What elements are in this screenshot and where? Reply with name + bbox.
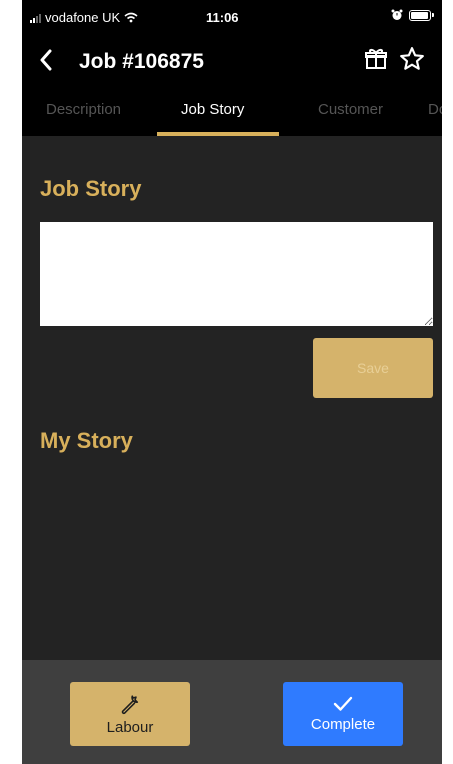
labour-button[interactable]: Labour <box>70 682 190 746</box>
carrier-name: vodafone UK <box>45 10 121 25</box>
app-screen: vodafone UK 11:06 Job #106875 Descriptio… <box>22 0 442 764</box>
gift-button[interactable] <box>361 44 391 74</box>
status-left: vodafone UK <box>30 10 138 25</box>
labour-label: Labour <box>106 718 154 736</box>
save-button[interactable]: Save <box>313 338 433 398</box>
my-story-heading: My Story <box>40 428 133 453</box>
job-story-heading: Job Story <box>40 176 142 201</box>
favorite-button[interactable] <box>397 44 427 74</box>
tab-customer[interactable]: Customer <box>318 88 383 136</box>
page-title: Job #106875 <box>79 50 204 73</box>
tab-bar: Description Job Story Customer Doc <box>22 88 442 136</box>
status-time: 11:06 <box>206 10 239 25</box>
app-header: Job #106875 <box>22 36 442 88</box>
signal-icon <box>30 13 41 23</box>
wrench-icon <box>121 694 139 714</box>
gift-icon <box>365 49 387 69</box>
alarm-icon <box>391 9 403 20</box>
back-button[interactable] <box>32 42 60 78</box>
job-story-input[interactable] <box>40 222 433 326</box>
tab-description[interactable]: Description <box>46 88 121 136</box>
battery-tip <box>432 13 434 17</box>
status-bar: vodafone UK 11:06 <box>22 0 442 36</box>
tab-job-story[interactable]: Job Story <box>181 88 244 136</box>
complete-button[interactable]: Complete <box>283 682 403 746</box>
complete-label: Complete <box>310 715 376 733</box>
checkmark-icon <box>333 696 353 711</box>
star-icon <box>400 47 424 70</box>
status-right <box>391 9 434 21</box>
active-tab-indicator <box>157 132 279 136</box>
chevron-left-icon <box>40 49 52 71</box>
battery-icon <box>409 9 431 21</box>
bottom-action-bar: Labour Complete <box>22 660 442 764</box>
tab-documents[interactable]: Doc <box>428 88 442 136</box>
wifi-icon <box>124 12 138 23</box>
